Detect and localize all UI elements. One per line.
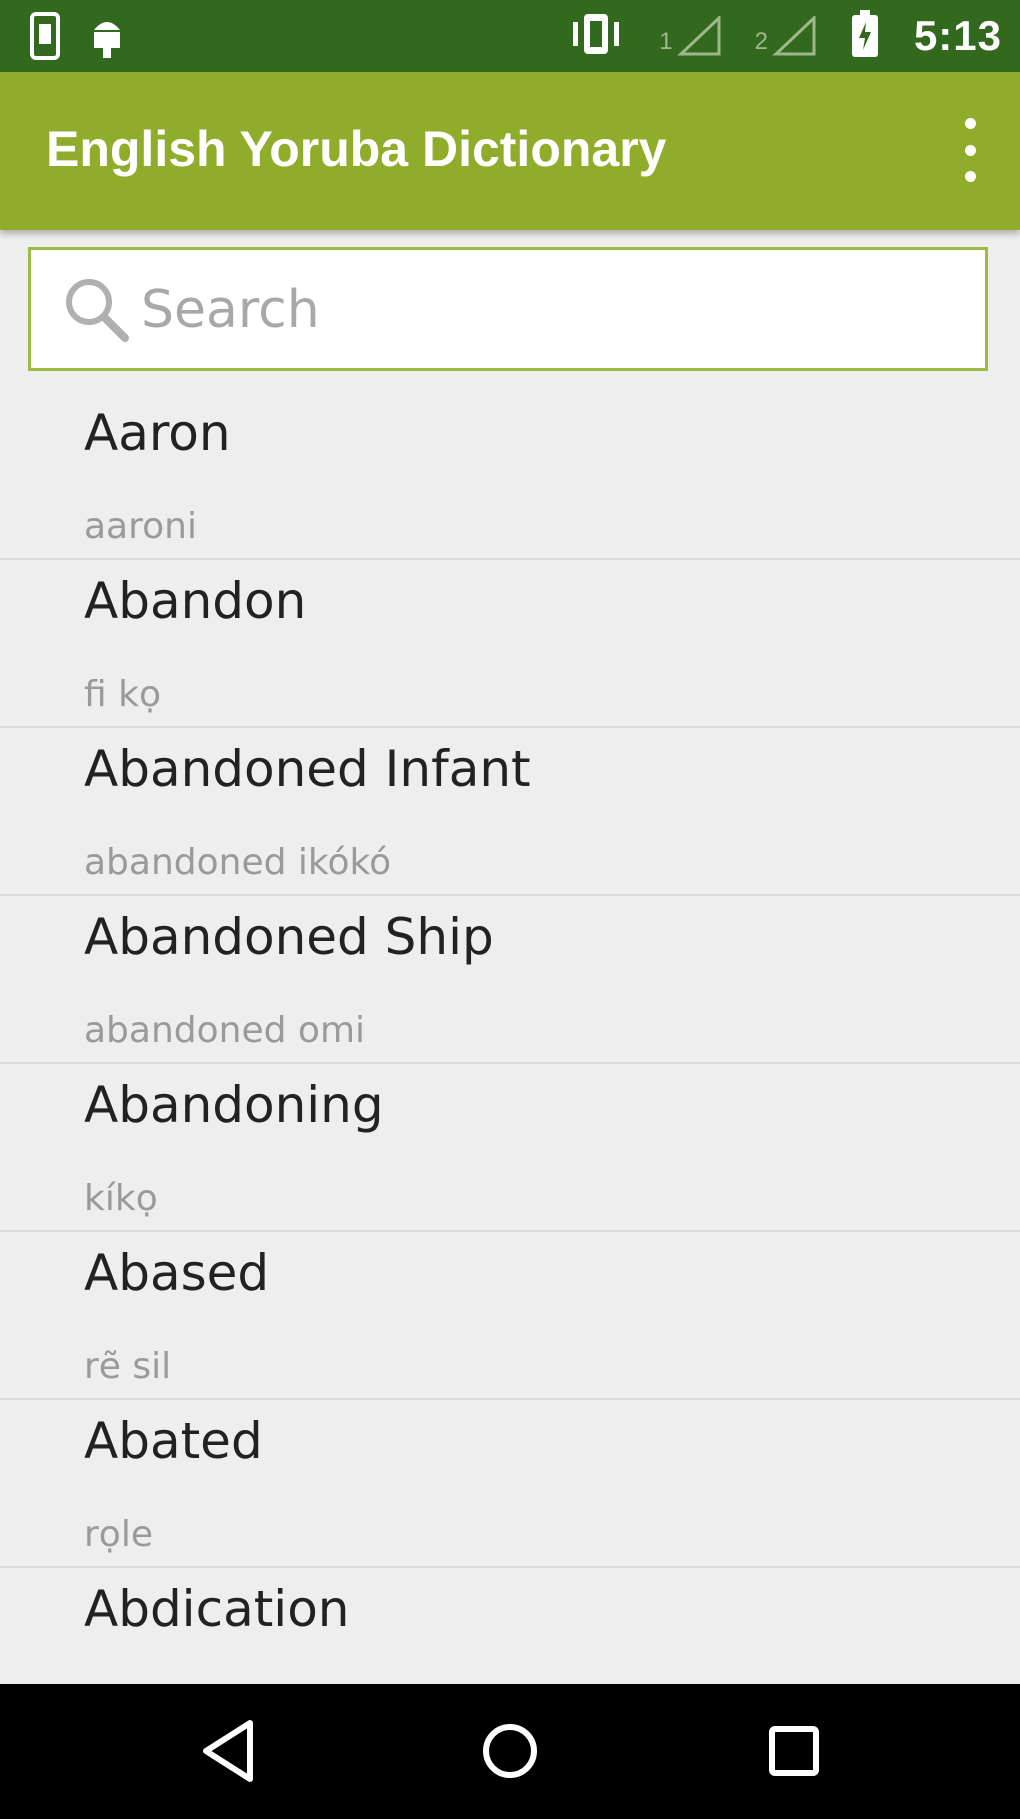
battery-icon: [850, 10, 880, 62]
list-item[interactable]: Abated rọle: [0, 1400, 1020, 1568]
entry-word: Abdication: [84, 1580, 350, 1638]
app-bar: English Yoruba Dictionary: [0, 72, 1020, 230]
entry-translation: fi kọ: [84, 674, 161, 715]
entry-translation: rọle: [84, 1514, 153, 1555]
entry-word: Abandoning: [84, 1076, 384, 1134]
android-debug-icon: [88, 12, 126, 64]
back-icon[interactable]: [198, 1717, 258, 1789]
entry-word: Aaron: [84, 404, 231, 462]
home-icon[interactable]: [478, 1717, 542, 1789]
list-item[interactable]: Abandon fi kọ: [0, 560, 1020, 728]
search-icon: [61, 274, 133, 350]
signal-2-icon: 2: [755, 16, 816, 56]
recents-icon[interactable]: [762, 1717, 826, 1789]
search-box[interactable]: [28, 247, 988, 371]
entry-word: Abated: [84, 1412, 263, 1470]
phone-icon: [30, 12, 60, 64]
vibrate-icon: [567, 12, 625, 60]
sim1-label: 1: [659, 28, 673, 55]
entry-translation: abandoned omi: [84, 1010, 366, 1051]
entry-translation: aaroni: [84, 506, 197, 547]
sim2-label: 2: [754, 28, 768, 55]
entry-translation: rẽ sil: [84, 1346, 172, 1387]
entry-translation: abandoned ikókó: [84, 842, 392, 883]
app-title: English Yoruba Dictionary: [46, 121, 667, 177]
navigation-bar: [0, 1684, 1020, 1819]
search-input[interactable]: [139, 264, 973, 356]
status-bar: 1 2 5:13: [0, 0, 1020, 72]
signal-1-icon: 1: [659, 16, 721, 56]
list-item[interactable]: Abandoning kíkọ: [0, 1064, 1020, 1232]
clock: 5:13: [913, 12, 1002, 59]
list-item[interactable]: Aaron aaroni: [0, 392, 1020, 560]
more-vert-icon: [964, 118, 976, 129]
list-item[interactable]: Abandoned Ship abandoned omi: [0, 896, 1020, 1064]
more-options-button[interactable]: [948, 118, 992, 182]
entry-word: Abandoned Infant: [84, 740, 531, 798]
entry-word: Abandon: [84, 572, 307, 630]
list-item[interactable]: Abandoned Infant abandoned ikókó: [0, 728, 1020, 896]
entry-word: Abandoned Ship: [84, 908, 494, 966]
list-item[interactable]: Abased rẽ sil: [0, 1232, 1020, 1400]
word-list: Aaron aaroni Abandon fi kọ Abandoned Inf…: [0, 392, 1020, 1736]
entry-translation: kíkọ: [84, 1178, 158, 1219]
entry-word: Abased: [84, 1244, 270, 1302]
